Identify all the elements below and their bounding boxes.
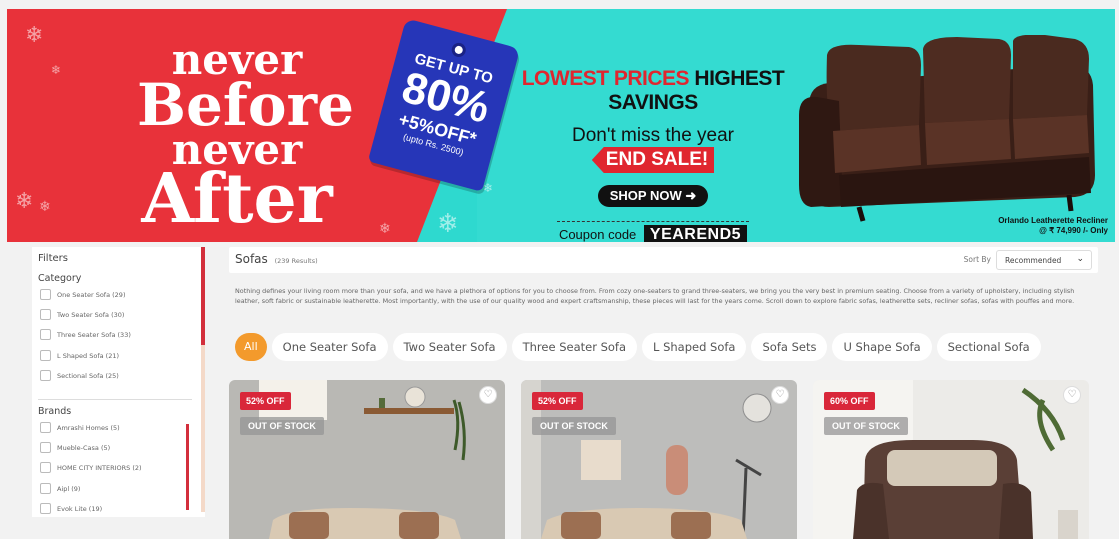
scrollbar-thumb[interactable] <box>186 424 189 510</box>
chip-all[interactable]: All <box>235 333 267 361</box>
heart-icon[interactable]: ♡ <box>479 386 497 404</box>
checkbox[interactable] <box>40 309 51 320</box>
discount-badge: 52% OFF <box>240 392 291 410</box>
chip-one-seater[interactable]: One Seater Sofa <box>271 333 388 361</box>
category-label: Sectional Sofa (25) <box>57 371 119 380</box>
category-option[interactable]: One Seater Sofa (29) <box>40 289 125 300</box>
promo-headline: LOWEST PRICES HIGHEST SAVINGS <box>518 67 788 115</box>
product-name: Orlando Leatherette Recliner <box>998 216 1108 225</box>
snowflake-icon: ❄ <box>437 209 459 239</box>
page-title: Sofas (239 Results) <box>235 252 318 266</box>
stock-badge: OUT OF STOCK <box>240 417 324 435</box>
subcategory-chips: All One Seater Sofa Two Seater Sofa Thre… <box>235 333 1046 361</box>
category-option[interactable]: Three Seater Sofa (33) <box>40 329 131 340</box>
lowest-prices-text: LOWEST PRICES <box>521 67 690 90</box>
brands-title: Brands <box>38 406 72 417</box>
divider <box>38 399 192 400</box>
dont-miss-text: Don't miss the year <box>571 125 735 146</box>
snowflake-icon: ❄ <box>51 63 62 77</box>
checkbox[interactable] <box>40 483 51 494</box>
tag-hole <box>450 41 468 59</box>
recliner-sofa-image <box>799 35 1095 222</box>
discount-badge: 52% OFF <box>532 392 583 410</box>
stock-badge: OUT OF STOCK <box>824 417 908 435</box>
shop-now-label: SHOP NOW <box>609 188 682 203</box>
chip-l-shaped[interactable]: L Shaped Sofa <box>642 333 747 361</box>
sidebar-scrollbar[interactable] <box>201 247 205 512</box>
brand-label: HOME CITY INTERIORS (2) <box>57 463 142 472</box>
sort-select[interactable]: Recommended ⌄ <box>996 250 1092 270</box>
filters-title: Filters <box>38 253 68 264</box>
promo-text: LOWEST PRICES HIGHEST SAVINGS Don't miss… <box>518 67 788 242</box>
product-card[interactable]: ♡ 60% OFF OUT OF STOCK <box>813 380 1089 539</box>
category-title: Category <box>38 273 82 284</box>
category-option[interactable]: L Shaped Sofa (21) <box>40 350 119 361</box>
arrow-circle-icon: ➜ <box>685 188 697 203</box>
snowflake-icon: ❄ <box>15 189 34 214</box>
checkbox[interactable] <box>40 462 51 473</box>
coupon-block: Coupon code YEAREND5 <box>556 221 750 242</box>
checkbox[interactable] <box>40 503 51 514</box>
category-description: Nothing defines your living room more th… <box>235 287 1075 305</box>
snowflake-icon: ❄ <box>483 181 494 195</box>
coupon-code: YEAREND5 <box>643 225 748 242</box>
category-option[interactable]: Sectional Sofa (25) <box>40 370 119 381</box>
chevron-down-icon: ⌄ <box>1076 254 1084 264</box>
brand-label: Aipl (9) <box>57 484 81 493</box>
brand-option[interactable]: Mueble-Casa (5) <box>40 442 110 453</box>
brand-label: Mueble-Casa (5) <box>57 443 111 452</box>
chip-u-shape[interactable]: U Shape Sofa <box>832 333 932 361</box>
banner-headline: never Before never After <box>137 39 355 239</box>
brand-option[interactable]: Evok Lite (19) <box>40 503 102 514</box>
stock-badge: OUT OF STOCK <box>532 417 616 435</box>
scrollbar-thumb[interactable] <box>201 247 205 345</box>
chip-sectional[interactable]: Sectional Sofa <box>936 333 1041 361</box>
chip-three-seater[interactable]: Three Seater Sofa <box>511 333 638 361</box>
sort-label: Sort By <box>963 255 991 264</box>
listing-header: Sofas (239 Results) Sort By Recommended … <box>229 247 1098 273</box>
category-option[interactable]: Two Seater Sofa (30) <box>40 309 124 320</box>
chip-sofa-sets[interactable]: Sofa Sets <box>751 333 828 361</box>
product-caption: Orlando Leatherette Recliner @ ₹ 74,990 … <box>998 216 1108 235</box>
snowflake-icon: ❄ <box>379 221 391 237</box>
product-card[interactable]: ♡ 52% OFF OUT OF STOCK <box>521 380 797 539</box>
heart-icon[interactable]: ♡ <box>1063 386 1081 404</box>
brand-label: Evok Lite (19) <box>57 504 103 513</box>
brands-scrollbar[interactable] <box>186 424 189 510</box>
category-label: Three Seater Sofa (33) <box>57 330 131 339</box>
page: ❄ ❄ ❄ ❄ ❄ ❄ ❄ never Before never After G… <box>0 0 1119 539</box>
checkbox[interactable] <box>40 350 51 361</box>
checkbox[interactable] <box>40 289 51 300</box>
heart-icon[interactable]: ♡ <box>771 386 789 404</box>
filters-sidebar: Filters Category One Seater Sofa (29) Tw… <box>32 247 205 517</box>
promo-banner[interactable]: ❄ ❄ ❄ ❄ ❄ ❄ ❄ never Before never After G… <box>7 9 1115 242</box>
category-label: One Seater Sofa (29) <box>57 290 126 299</box>
shop-now-button[interactable]: SHOP NOW ➜ <box>597 185 709 207</box>
product-price: @ ₹ 74,990 /- Only <box>1039 225 1108 235</box>
snowflake-icon: ❄ <box>39 199 51 215</box>
checkbox[interactable] <box>40 442 51 453</box>
promo-subline: Don't miss the year END SALE! <box>518 125 788 173</box>
headline-line: Before <box>137 70 355 139</box>
headline-line: After <box>141 158 333 239</box>
coupon-label: Coupon code <box>558 227 637 242</box>
brand-option[interactable]: Aipl (9) <box>40 483 80 494</box>
result-count: (239 Results) <box>274 257 318 265</box>
chip-two-seater[interactable]: Two Seater Sofa <box>392 333 507 361</box>
listing-title: Sofas <box>235 252 268 266</box>
checkbox[interactable] <box>40 370 51 381</box>
snowflake-icon: ❄ <box>25 23 44 48</box>
category-label: L Shaped Sofa (21) <box>57 351 120 360</box>
brand-label: Amrashi Homes (5) <box>57 423 120 432</box>
product-card[interactable]: ♡ 52% OFF OUT OF STOCK <box>229 380 505 539</box>
category-label: Two Seater Sofa (30) <box>57 310 125 319</box>
checkbox[interactable] <box>40 422 51 433</box>
checkbox[interactable] <box>40 329 51 340</box>
end-sale-badge: END SALE! <box>591 147 715 173</box>
brand-option[interactable]: Amrashi Homes (5) <box>40 422 120 433</box>
discount-badge: 60% OFF <box>824 392 875 410</box>
brand-option[interactable]: HOME CITY INTERIORS (2) <box>40 462 142 473</box>
sort-value: Recommended <box>1005 256 1062 265</box>
